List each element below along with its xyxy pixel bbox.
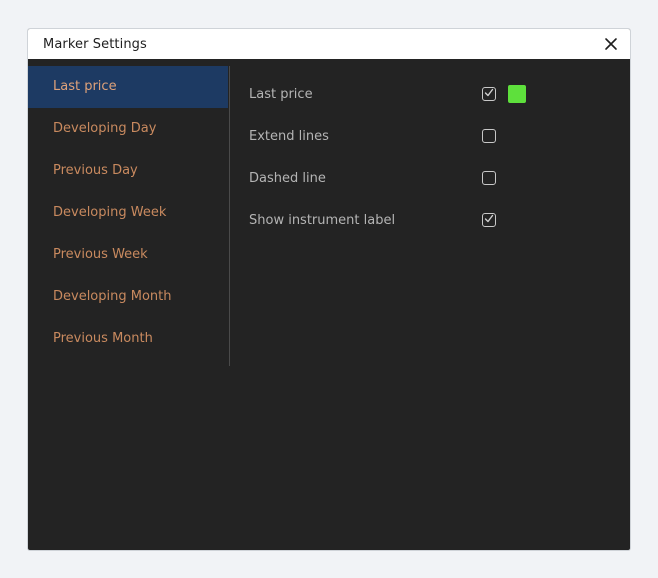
sidebar-item-developing-week[interactable]: Developing Week [28, 192, 228, 234]
sidebar-item-previous-day[interactable]: Previous Day [28, 150, 228, 192]
setting-label: Show instrument label [249, 213, 396, 228]
setting-label: Extend lines [249, 129, 329, 144]
sidebar-item-developing-day[interactable]: Developing Day [28, 108, 228, 150]
last-price-checkbox[interactable] [482, 87, 496, 101]
checkmark-icon [484, 214, 494, 223]
checkmark-icon [484, 88, 494, 97]
dialog-title: Marker Settings [43, 37, 147, 52]
extend-lines-checkbox[interactable] [482, 129, 496, 143]
setting-row-extend-lines: Extend lines [249, 116, 609, 158]
close-button[interactable] [602, 35, 620, 53]
show-instrument-label-checkbox[interactable] [482, 213, 496, 227]
sidebar-item-previous-month[interactable]: Previous Month [28, 318, 228, 360]
setting-label: Dashed line [249, 171, 326, 186]
sidebar-item-last-price[interactable]: Last price [28, 66, 228, 108]
close-icon [605, 38, 617, 50]
title-bar: Marker Settings [28, 29, 630, 59]
setting-label: Last price [249, 87, 313, 102]
dashed-line-checkbox[interactable] [482, 171, 496, 185]
sidebar-nav: Last price Developing Day Previous Day D… [28, 66, 230, 366]
sidebar-item-previous-week[interactable]: Previous Week [28, 234, 228, 276]
setting-row-last-price: Last price [249, 74, 609, 116]
color-swatch[interactable] [508, 85, 526, 103]
settings-panel: Last price Extend lines Dashed line Show… [249, 66, 609, 266]
marker-settings-dialog: Marker Settings Last price Developing Da… [28, 29, 630, 550]
setting-row-dashed-line: Dashed line [249, 158, 609, 200]
sidebar-item-developing-month[interactable]: Developing Month [28, 276, 228, 318]
setting-row-show-instrument-label: Show instrument label [249, 200, 609, 242]
